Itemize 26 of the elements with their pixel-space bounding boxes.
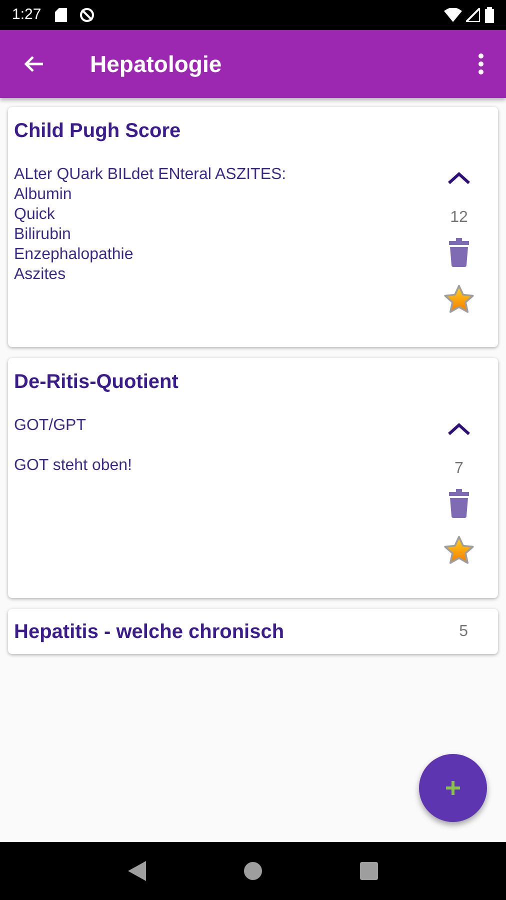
- card-text: GOT steht oben!: [14, 456, 133, 476]
- home-icon[interactable]: [242, 861, 263, 881]
- add-button[interactable]: [419, 754, 487, 822]
- card-text: ALter QUark BILdet ENteral ASZITES: Albumin Quick Bilirubin Enzephalopathie Aszites: [14, 165, 288, 285]
- back-icon[interactable]: [128, 861, 146, 881]
- trash-icon[interactable]: [448, 488, 470, 518]
- usage-count: 7: [454, 459, 464, 479]
- battery-icon: [485, 7, 494, 23]
- trash-icon[interactable]: [448, 237, 470, 267]
- usage-count: 12: [450, 208, 468, 228]
- plus-icon: [445, 780, 461, 796]
- card-title: Hepatitis - welche chronisch: [14, 620, 284, 644]
- chevron-up-icon[interactable]: [447, 171, 471, 185]
- sd-card-icon: [55, 8, 68, 22]
- clock: 1:27: [12, 4, 42, 25]
- card-title: Child Pugh Score: [14, 119, 182, 144]
- more-menu-icon[interactable]: [478, 53, 484, 75]
- wifi-icon: [444, 8, 462, 22]
- usage-count: 5: [459, 622, 468, 642]
- card[interactable]: Hepatitis - welche chronisch 5: [8, 609, 498, 654]
- recents-icon[interactable]: [360, 862, 378, 880]
- card-title: De-Ritis-Quotient: [14, 370, 180, 395]
- signal-icon: [466, 8, 480, 22]
- screen-title: Hepatologie: [90, 50, 222, 79]
- chevron-up-icon[interactable]: [447, 422, 471, 436]
- card-text: GOT/GPT: [14, 416, 87, 436]
